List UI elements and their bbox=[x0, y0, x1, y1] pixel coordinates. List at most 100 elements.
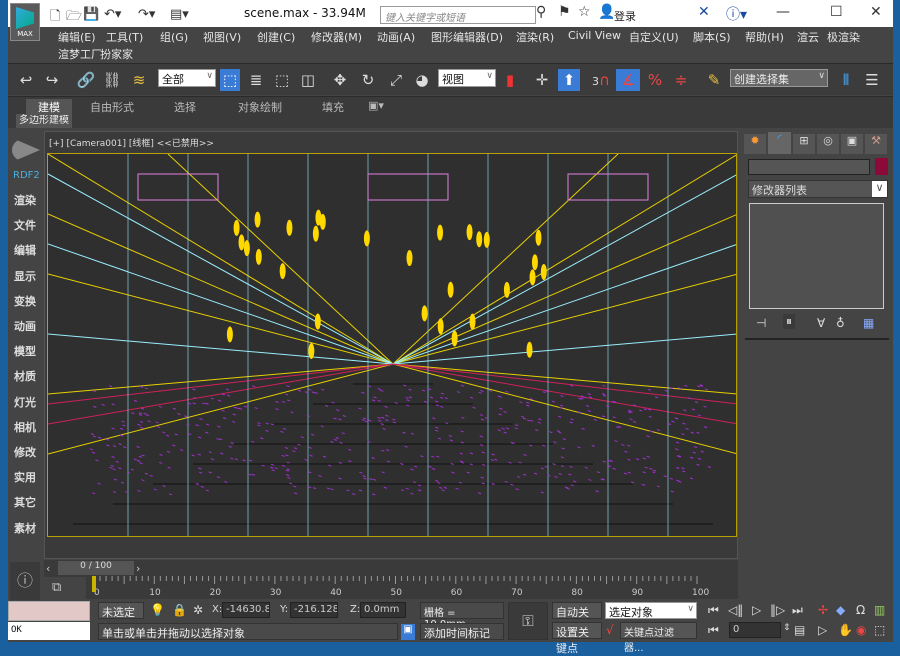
selection-lock-icon[interactable]: 🔒 bbox=[172, 603, 187, 617]
sidebar-item[interactable]: 编辑 bbox=[14, 242, 40, 258]
binoculars-icon[interactable]: ⚲ bbox=[536, 4, 546, 20]
go-to-start-icon[interactable]: ⏮ bbox=[708, 603, 719, 618]
next-key-icon[interactable]: ‖▷ bbox=[770, 603, 785, 617]
exchange-icon[interactable]: ✕ bbox=[698, 4, 710, 20]
maxscript-output[interactable]: OK bbox=[8, 622, 90, 640]
maximize-toggle-icon[interactable]: ⬚ bbox=[874, 623, 885, 637]
redo-icon[interactable]: ↪ bbox=[42, 69, 62, 91]
maximize-button[interactable]: ☐ bbox=[830, 4, 843, 20]
spinner-snap-icon[interactable]: ≑ bbox=[670, 69, 692, 91]
modify-tab-icon[interactable]: ◜ bbox=[768, 132, 791, 154]
set-key-button[interactable]: 设置关键点 bbox=[552, 622, 602, 639]
ribbon-tab[interactable]: 自由形式 bbox=[90, 99, 134, 115]
isolate-icon[interactable]: 💡 bbox=[150, 603, 165, 617]
menu-item[interactable]: 创建(C) bbox=[257, 29, 295, 45]
make-unique-icon[interactable]: ∀ bbox=[817, 316, 825, 330]
maxscript-listener-input[interactable] bbox=[8, 601, 90, 621]
orbit-icon[interactable]: Ω bbox=[856, 603, 865, 617]
auto-key-button[interactable]: 自动关键点 bbox=[552, 602, 602, 619]
sidebar-item[interactable]: 显示 bbox=[14, 268, 40, 284]
current-frame-input[interactable]: 0 bbox=[729, 622, 781, 638]
track-bar-toggle-icon[interactable]: ⧉ bbox=[52, 580, 61, 595]
z-coordinate-input[interactable]: 0.0mm bbox=[360, 602, 406, 618]
motion-tab-icon[interactable]: ◎ bbox=[817, 134, 839, 154]
login-button[interactable]: 登录 bbox=[614, 8, 636, 24]
add-time-tag-button[interactable]: 添加时间标记 bbox=[420, 623, 504, 640]
absolute-mode-icon[interactable]: ✲ bbox=[193, 603, 203, 617]
open-file-icon[interactable]: 🗁 bbox=[66, 7, 82, 29]
rectangular-selection-icon[interactable]: ⬚ bbox=[272, 69, 292, 91]
user-icon[interactable]: 👤 bbox=[598, 4, 615, 20]
unlink-icon[interactable]: ⛓ bbox=[102, 69, 122, 91]
menu-item[interactable]: 扮家家 bbox=[100, 46, 133, 62]
frame-spinner-icon[interactable]: ⇕ bbox=[783, 623, 791, 633]
viewport-menu[interactable]: [+] bbox=[49, 139, 64, 149]
remove-modifier-icon[interactable]: ♁ bbox=[836, 316, 845, 330]
select-object-icon[interactable]: ⬚ bbox=[220, 69, 240, 91]
viewport-camera[interactable]: [+] [Camera001] [线框] <<已禁用>> bbox=[44, 131, 738, 559]
minicurve-toggle-icon[interactable]: ⓘ bbox=[10, 562, 40, 600]
sidebar-item[interactable]: 动画 bbox=[14, 318, 40, 334]
sidebar-item[interactable]: 其它 bbox=[14, 494, 40, 510]
viewport-shading-menu[interactable]: [线框] bbox=[129, 139, 154, 149]
save-icon[interactable]: 💾 bbox=[83, 7, 99, 22]
menu-item[interactable]: 视图(V) bbox=[203, 29, 241, 45]
key-filters-button[interactable]: 关键点过滤器... bbox=[620, 622, 697, 639]
sidebar-item[interactable]: 渲染 bbox=[14, 192, 40, 208]
menu-item[interactable]: 编辑(E) bbox=[58, 29, 96, 45]
track-bar[interactable]: 0 10 20 30 40 50 60 70 80 90 100 bbox=[86, 576, 738, 599]
sidebar-item[interactable]: 模型 bbox=[14, 343, 40, 359]
modifier-list-dropdown[interactable]: 修改器列表 ∨ bbox=[748, 180, 888, 198]
previous-key-icon[interactable]: ◁‖ bbox=[728, 603, 743, 617]
ribbon-tab[interactable]: 建模 bbox=[26, 99, 72, 115]
rotate-icon[interactable]: ↻ bbox=[358, 69, 378, 91]
help-icon[interactable]: ⓘ▾ bbox=[726, 4, 747, 24]
undo-icon[interactable]: ↩ bbox=[16, 69, 36, 91]
move-icon[interactable]: ✥ bbox=[330, 69, 350, 91]
key-mode-dropdown[interactable]: 选定对象 ∨ bbox=[605, 602, 697, 619]
time-configuration-icon[interactable]: ▤ bbox=[794, 623, 805, 637]
scale-icon[interactable]: ⤢ bbox=[386, 69, 406, 91]
orbit-camera-icon[interactable]: ◉ bbox=[856, 623, 866, 637]
menu-item[interactable]: 脚本(S) bbox=[693, 29, 731, 45]
menu-item[interactable]: 图形编辑器(D) bbox=[431, 29, 503, 45]
sidebar-item[interactable]: 变换 bbox=[14, 293, 40, 309]
object-name-input[interactable] bbox=[748, 159, 870, 175]
time-slider[interactable]: ‹ 0 / 100 › bbox=[44, 560, 738, 577]
select-manipulate-icon[interactable]: ✛ bbox=[532, 69, 552, 91]
menu-item[interactable]: 自定义(U) bbox=[629, 29, 679, 45]
key-mode-toggle-icon[interactable]: ⏮ bbox=[708, 623, 719, 638]
close-button[interactable]: ✕ bbox=[870, 4, 882, 20]
pan-icon[interactable]: ✋ bbox=[838, 623, 853, 637]
application-button[interactable]: MAX bbox=[10, 3, 40, 41]
percent-snap-icon[interactable]: % bbox=[644, 69, 666, 91]
menu-item[interactable]: 动画(A) bbox=[377, 29, 415, 45]
y-coordinate-input[interactable]: -216.128m bbox=[290, 602, 338, 618]
menu-item[interactable]: Civil View bbox=[568, 29, 621, 42]
zoom-extents-all-icon[interactable]: ◆ bbox=[836, 603, 845, 617]
time-tag-icon[interactable]: ▣ bbox=[401, 624, 415, 640]
menu-item[interactable]: 极渲染 bbox=[827, 29, 860, 45]
next-frame-icon[interactable]: › bbox=[136, 562, 140, 575]
minimize-button[interactable]: — bbox=[776, 4, 790, 20]
communication-icon[interactable]: ⚑ bbox=[558, 4, 571, 20]
create-tab-icon[interactable]: ✹ bbox=[744, 134, 766, 154]
modifier-stack[interactable] bbox=[749, 203, 884, 309]
align-icon[interactable]: ☰ bbox=[862, 69, 882, 91]
menu-item[interactable]: 帮助(H) bbox=[745, 29, 784, 45]
menu-item[interactable]: 修改器(M) bbox=[311, 29, 362, 45]
viewport-camera-menu[interactable]: [Camera001] bbox=[66, 139, 126, 149]
sidebar-item[interactable]: 灯光 bbox=[14, 394, 40, 410]
redo-icon[interactable]: ↷▾ bbox=[138, 7, 155, 22]
maximize-viewport-icon[interactable]: ▥ bbox=[874, 603, 885, 617]
project-icon[interactable]: ▤▾ bbox=[170, 7, 189, 22]
menu-item[interactable]: 渲染(R) bbox=[516, 29, 554, 45]
pivot-center-icon[interactable]: ▮ bbox=[500, 69, 520, 91]
show-end-result-icon[interactable]: ⏸ bbox=[783, 314, 795, 329]
pin-stack-icon[interactable]: ⊣ bbox=[756, 316, 766, 330]
polygon-modeling-panel[interactable]: 多边形建模 bbox=[16, 114, 72, 128]
sidebar-item[interactable]: 文件 bbox=[14, 217, 40, 233]
sidebar-item[interactable]: 相机 bbox=[14, 419, 40, 435]
ribbon-tab[interactable]: 填充 bbox=[322, 99, 344, 115]
keyboard-shortcut-override-icon[interactable]: ⬆ bbox=[558, 69, 580, 91]
